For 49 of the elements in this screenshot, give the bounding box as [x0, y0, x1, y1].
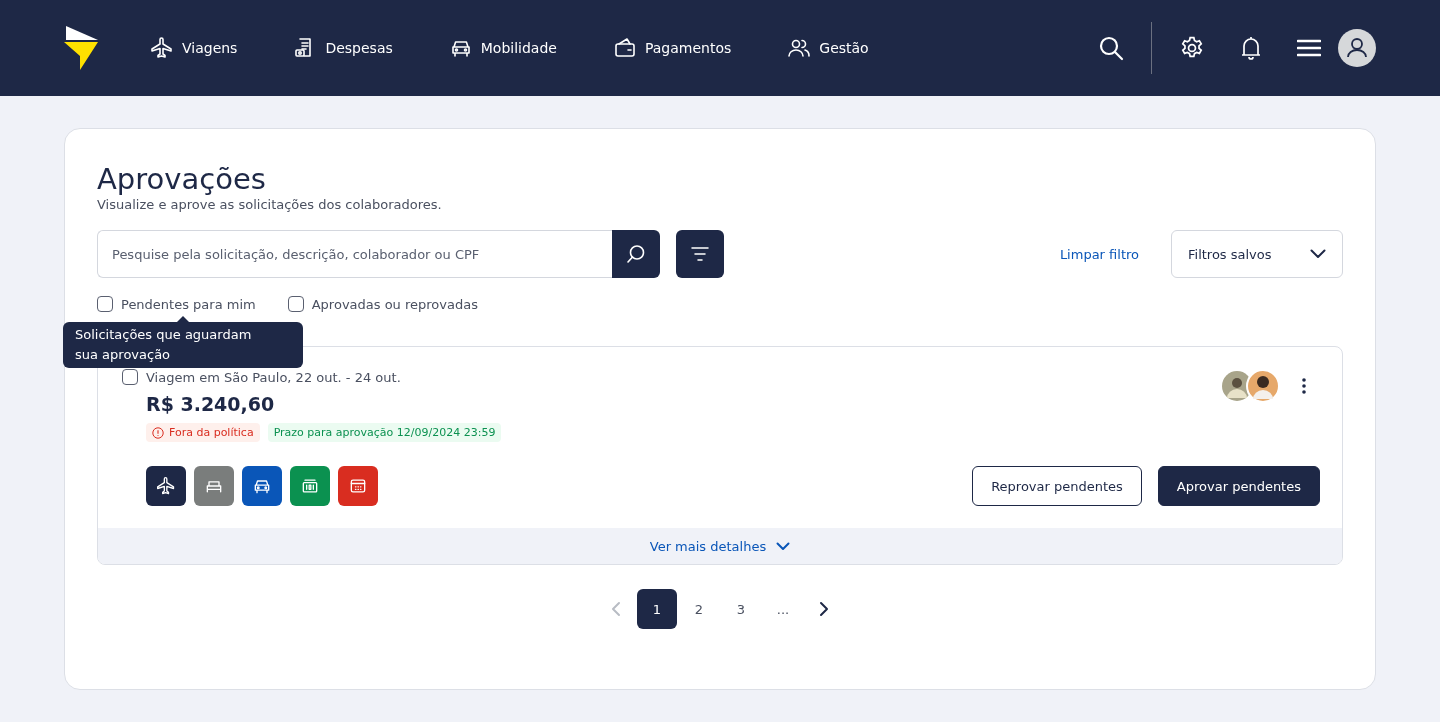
- page-subtitle: Visualize e aprove as solicitações dos colaboradores.: [97, 197, 443, 212]
- search-field[interactable]: Pesquise pela solicitação, descrição, colaborador ou CPF: [97, 230, 612, 278]
- wallet-icon: [612, 36, 637, 60]
- checkbox-label: Aprovadas ou reprovadas: [311, 296, 478, 312]
- tooltip-arrow-icon: [177, 316, 189, 322]
- next-page-icon[interactable]: [819, 601, 829, 617]
- page-title: Aprovações: [97, 161, 267, 197]
- page-button[interactable]: 2: [679, 589, 719, 629]
- approve-button[interactable]: Aprovar pendentes: [1157, 466, 1320, 506]
- menu-icon[interactable]: [1297, 38, 1321, 58]
- saved-filters-dropdown[interactable]: Filtros salvos: [1171, 230, 1343, 278]
- filter-icon: [690, 246, 710, 262]
- deadline-tag: Prazo para aprovação 12/09/2024 23:59: [267, 423, 502, 442]
- search-icon: [626, 244, 646, 264]
- info-icon: [152, 426, 164, 439]
- search-button[interactable]: [612, 230, 660, 278]
- request-amount: R$ 3.240,60: [146, 393, 276, 415]
- checkbox[interactable]: [97, 296, 113, 312]
- user-avatar-icon[interactable]: [1338, 29, 1376, 67]
- nav-link[interactable]: Viagens: [150, 36, 238, 60]
- chevron-down-icon: [1310, 249, 1326, 259]
- service-button[interactable]: [242, 466, 282, 506]
- nav-link[interactable]: Mobilidade: [448, 36, 557, 60]
- dropdown-label: Filtros salvos: [1188, 246, 1272, 262]
- page-button[interactable]: 1: [637, 589, 677, 629]
- notification-bell-icon[interactable]: [1239, 35, 1263, 61]
- policy-tag: Fora da política: [146, 423, 260, 442]
- nav-link[interactable]: Pagamentos: [612, 36, 732, 60]
- request-title: Viagem em São Paulo, 22 out. - 24 out.: [146, 369, 401, 385]
- tooltip: Solicitações que aguardam sua aprovação: [63, 322, 303, 368]
- search-icon[interactable]: [1098, 35, 1124, 61]
- logo-icon[interactable]: [64, 26, 98, 70]
- service-button[interactable]: [146, 466, 186, 506]
- airplane-icon: [150, 36, 174, 60]
- page-button[interactable]: 3: [721, 589, 761, 629]
- avatar-icon: [1246, 369, 1280, 403]
- clear-filter-link[interactable]: Limpar filtro: [1059, 246, 1139, 262]
- filter-button[interactable]: [676, 230, 724, 278]
- checkbox[interactable]: [287, 296, 304, 312]
- chevron-down-icon: [776, 541, 791, 551]
- nav-link[interactable]: Gestão: [787, 36, 869, 60]
- nav-link[interactable]: Despesas: [293, 36, 393, 60]
- reject-button[interactable]: Reprovar pendentes: [972, 466, 1142, 506]
- checkbox-label: Pendentes para mim: [121, 296, 256, 312]
- airplane-icon: [156, 476, 176, 496]
- more-options-icon[interactable]: [1302, 378, 1306, 394]
- details-link[interactable]: Ver mais detalhes: [649, 538, 791, 554]
- checkbox[interactable]: [122, 369, 138, 385]
- page-button[interactable]: ...: [763, 589, 803, 629]
